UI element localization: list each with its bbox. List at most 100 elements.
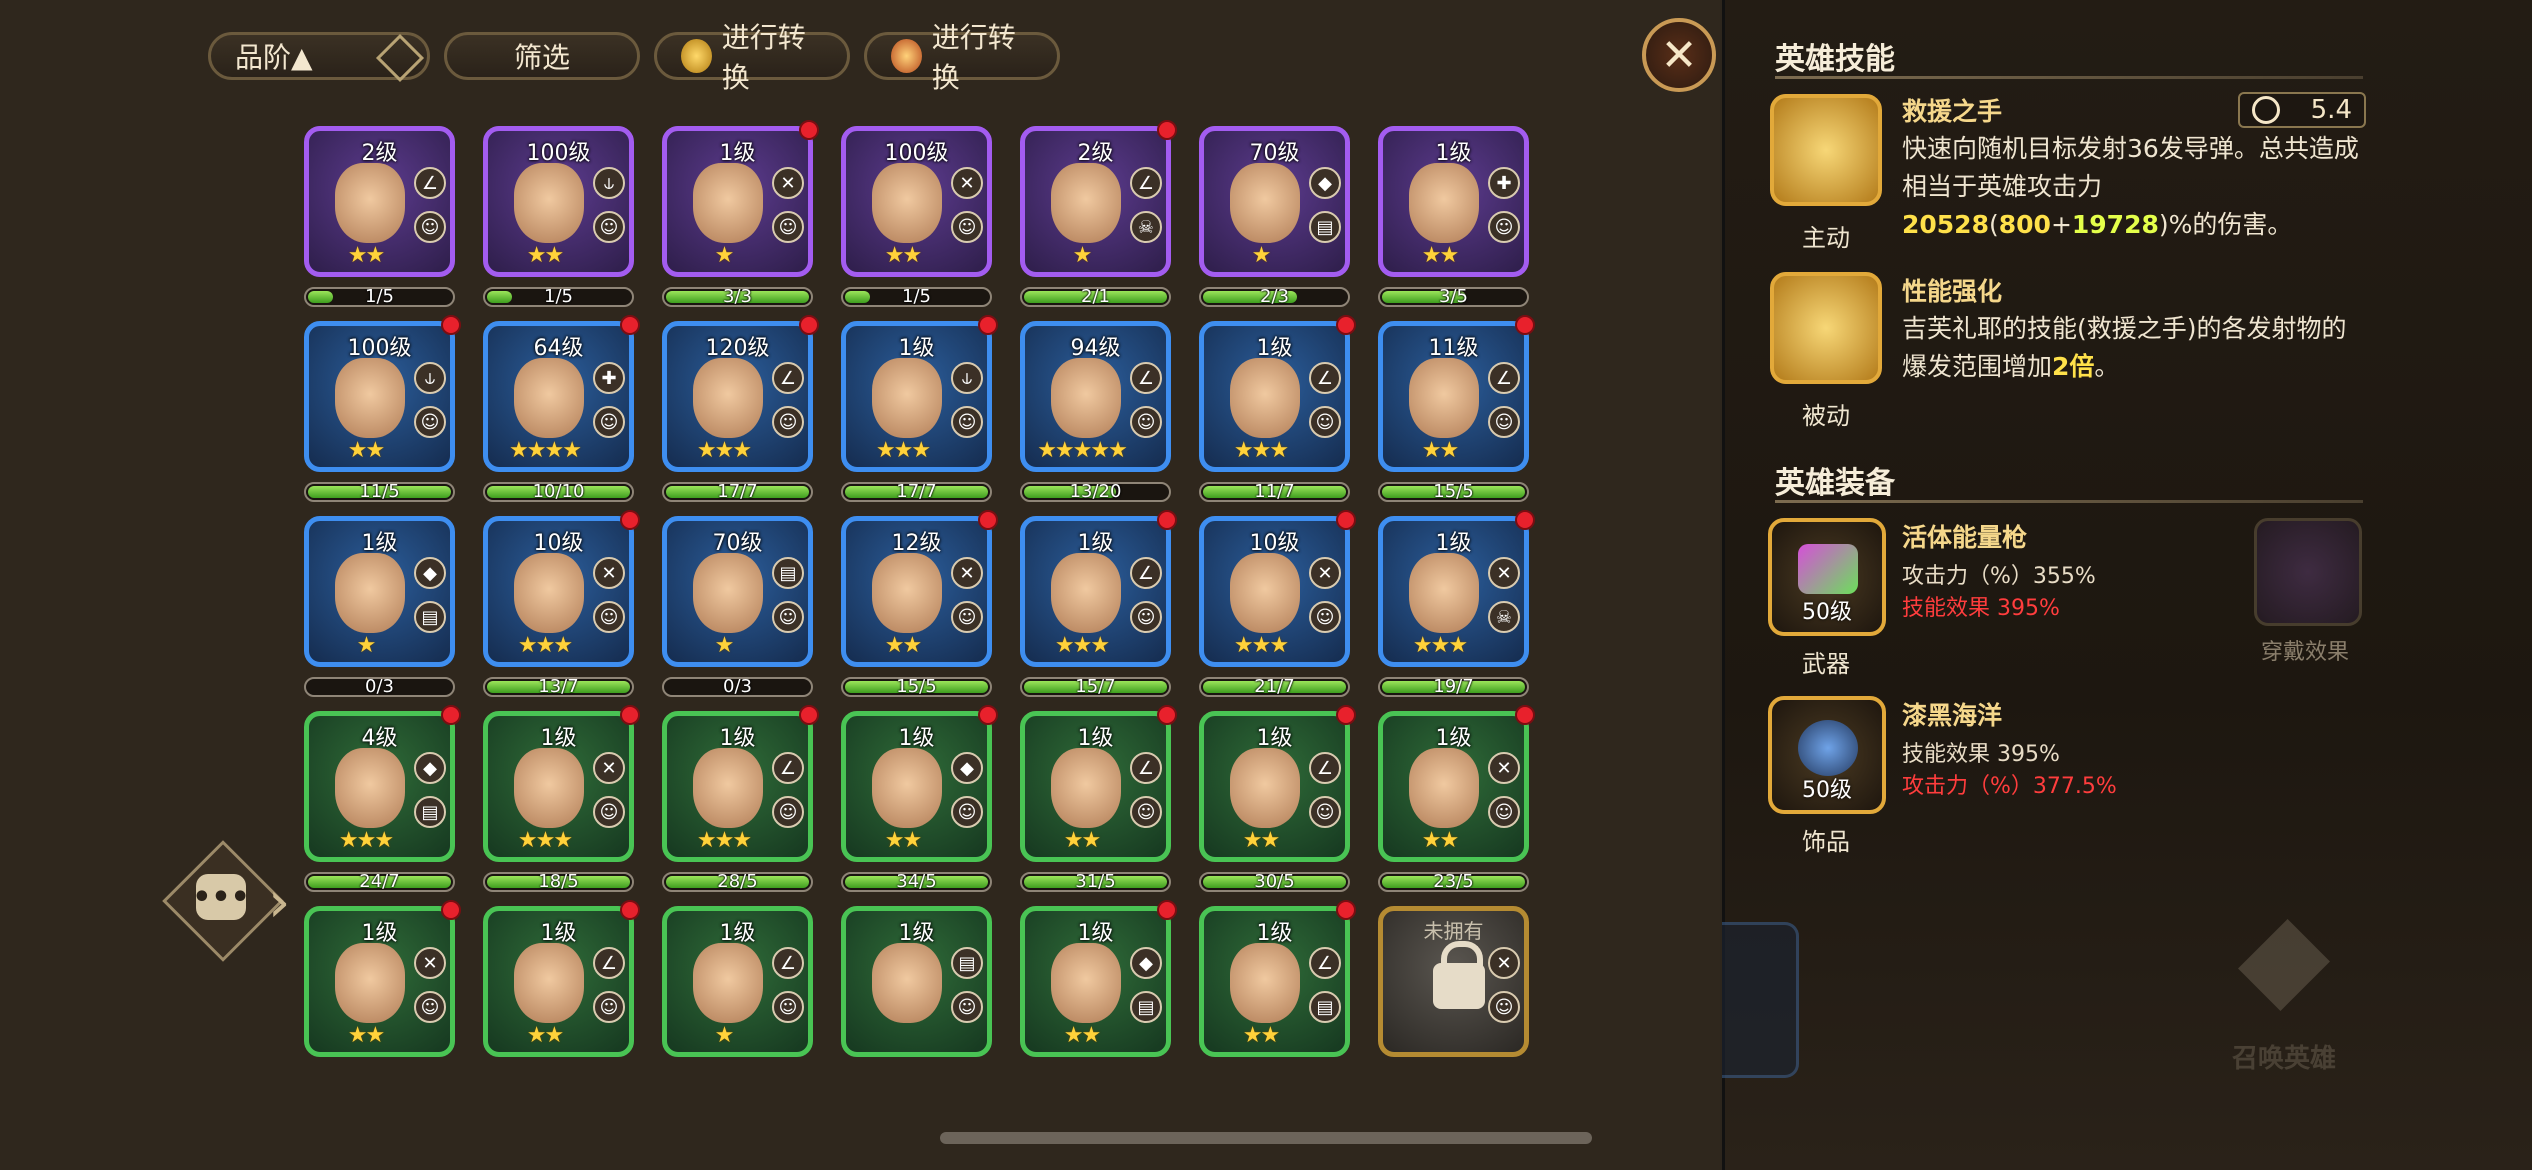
horizontal-scrollbar[interactable] <box>940 1132 1592 1144</box>
hero-class-icon: ⫝ <box>414 362 446 394</box>
hero-stars: ★ <box>1072 243 1093 268</box>
hero-stars: ★★★ <box>1412 633 1468 658</box>
hero-card-slot: 2级 ∠ ☠ ★ 2/1 <box>1020 120 1177 321</box>
chevron-right-icon[interactable]: › <box>268 870 290 935</box>
hero-card[interactable]: 100级 ⫝ ☺ ★★ <box>483 126 634 277</box>
hero-class-icon: ✚ <box>1488 167 1520 199</box>
hero-card[interactable]: 100级 ✕ ☺ ★★ <box>841 126 992 277</box>
hero-stars: ★★ <box>347 243 385 268</box>
shard-progress-bar: 1/5 <box>841 287 992 307</box>
hero-card[interactable]: 1级 ∠ ☺ ★ <box>662 906 813 1057</box>
hero-card[interactable]: 1级 ◆ ▤ ★ <box>304 516 455 667</box>
hero-stars: ★★★★ <box>509 438 582 463</box>
hero-class-icon: ✚ <box>593 362 625 394</box>
hero-card-locked[interactable]: 未拥有 ✕ ☺ <box>1378 906 1529 1057</box>
hero-class-icon: ∠ <box>772 947 804 979</box>
hero-card[interactable]: 1级 ∠ ☺ ★★ <box>1199 711 1350 862</box>
hero-portrait <box>872 748 942 828</box>
accessory-level: 50级 <box>1802 778 1852 803</box>
hero-class-icon: ∠ <box>772 362 804 394</box>
hero-stars: ★★★ <box>1233 438 1289 463</box>
desc-value: 2倍 <box>2052 352 2095 381</box>
hero-card[interactable]: 70级 ◆ ▤ ★ <box>1199 126 1350 277</box>
notification-dot <box>1336 900 1356 920</box>
sort-button[interactable]: 品阶▲ <box>208 32 430 83</box>
hero-card[interactable]: 1级 ✕ ☺ ★★ <box>304 906 455 1057</box>
hero-portrait <box>514 748 584 828</box>
hero-card[interactable]: 1级 ∠ ☺ ★★★ <box>1199 321 1350 472</box>
hero-card[interactable]: 94级 ∠ ☺ ★★★★★ <box>1020 321 1171 472</box>
notification-dot <box>1515 510 1535 530</box>
hero-card[interactable]: 1级 ✕ ☠ ★★★ <box>1378 516 1529 667</box>
shard-progress-text: 15/5 <box>896 677 937 697</box>
wear-effect-button[interactable] <box>2254 518 2362 626</box>
weapon-slot[interactable]: 50级 <box>1768 518 1886 636</box>
hero-card[interactable]: 1级 ∠ ☺ ★★ <box>483 906 634 1057</box>
hero-card[interactable]: 64级 ✚ ☺ ★★★★ <box>483 321 634 472</box>
hero-class-icon: ✕ <box>414 947 446 979</box>
hero-card[interactable]: 1级 ✚ ☺ ★★ <box>1378 126 1529 277</box>
hero-card[interactable]: 100级 ⫝ ☺ ★★ <box>304 321 455 472</box>
hero-card[interactable]: 120级 ∠ ☺ ★★★ <box>662 321 813 472</box>
hero-race-icon: ▤ <box>414 601 446 633</box>
desc-paren: ( <box>1988 210 1999 239</box>
shard-progress-text: 34/5 <box>896 872 937 892</box>
hero-card[interactable]: 1级 ⫝ ☺ ★★★ <box>841 321 992 472</box>
hero-card[interactable]: 4级 ◆ ▤ ★★★ <box>304 711 455 862</box>
hero-card[interactable]: 2级 ∠ ☠ ★ <box>1020 126 1171 277</box>
hero-card[interactable]: 1级 ∠ ▤ ★★ <box>1199 906 1350 1057</box>
summon-hero-button[interactable]: 召唤英雄 <box>2214 919 2354 1074</box>
hero-card-slot: 1级 ∠ ☺ ★★ 31/5 <box>1020 705 1177 906</box>
hero-card[interactable]: 11级 ∠ ☺ ★★ <box>1378 321 1529 472</box>
accessory-slot[interactable]: 50级 <box>1768 696 1886 814</box>
shard-progress-bar: 15/5 <box>841 677 992 697</box>
hero-card[interactable]: 1级 ✕ ☺ ★★ <box>1378 711 1529 862</box>
hero-card[interactable]: 70级 ▤ ☺ ★ <box>662 516 813 667</box>
hero-card-slot: 120级 ∠ ☺ ★★★ 17/7 <box>662 315 819 516</box>
convert-button-crystal[interactable]: 进行转换 <box>654 21 850 94</box>
filter-button[interactable]: 筛选 <box>444 32 640 80</box>
hero-card[interactable]: 1级 ✕ ☺ ★ <box>662 126 813 277</box>
hero-portrait <box>1230 553 1300 633</box>
active-skill-icon[interactable] <box>1770 94 1882 206</box>
close-icon: ✕ <box>1660 29 1698 81</box>
hero-card-slot: 1级 ∠ ☺ ★★★ 28/5 <box>662 705 819 906</box>
hero-portrait <box>693 748 763 828</box>
hero-card-slot: 4级 ◆ ▤ ★★★ 24/7 <box>304 705 461 906</box>
hero-card[interactable]: 1级 ✕ ☺ ★★★ <box>483 711 634 862</box>
shard-progress-text: 3/3 <box>723 287 752 307</box>
hero-card[interactable]: 1级 ∠ ☺ ★★ <box>1020 711 1171 862</box>
hero-stars: ★★ <box>347 1023 385 1048</box>
hero-stars: ★★★ <box>696 438 752 463</box>
hero-card-slot: 未拥有 ✕ ☺ <box>1378 906 1529 1101</box>
notification-dot <box>978 315 998 335</box>
hero-class-icon: ✕ <box>1488 752 1520 784</box>
hero-class-icon: ✕ <box>1488 557 1520 589</box>
hero-card[interactable]: 1级 ∠ ☺ ★★★ <box>662 711 813 862</box>
close-button[interactable]: ✕ <box>1642 18 1716 92</box>
hero-card[interactable]: 10级 ✕ ☺ ★★★ <box>1199 516 1350 667</box>
shard-progress-bar: 11/5 <box>304 482 455 502</box>
hero-stars: ★★ <box>884 243 922 268</box>
hero-card[interactable]: 1级 ▤ ☺ <box>841 906 992 1057</box>
hero-portrait <box>514 358 584 438</box>
hero-card-slot: 1级 ✕ ☺ ★★ 23/5 <box>1378 705 1535 906</box>
hero-race-icon: ☺ <box>951 406 983 438</box>
hero-card[interactable]: 1级 ∠ ☺ ★★★ <box>1020 516 1171 667</box>
hero-race-icon: ☺ <box>414 406 446 438</box>
hero-card[interactable]: 1级 ◆ ☺ ★★ <box>841 711 992 862</box>
hero-card[interactable]: 10级 ✕ ☺ ★★★ <box>483 516 634 667</box>
hero-card[interactable]: 1级 ◆ ▤ ★★ <box>1020 906 1171 1057</box>
convert-button-hero[interactable]: 进行转换 <box>864 21 1060 94</box>
passive-skill-icon[interactable] <box>1770 272 1882 384</box>
hero-card[interactable]: 2级 ∠ ☺ ★★ <box>304 126 455 277</box>
hero-race-icon: ☺ <box>1130 796 1162 828</box>
accessory-stat-2: 攻击力（%）377.5% <box>1902 774 2117 799</box>
hero-card-slot: 1级 ∠ ▤ ★★ <box>1199 900 1356 1101</box>
chat-bubble-icon[interactable]: ••• <box>192 874 250 920</box>
hero-card[interactable]: 12级 ✕ ☺ ★★ <box>841 516 992 667</box>
notification-dot <box>1336 315 1356 335</box>
notification-dot <box>1157 510 1177 530</box>
hero-portrait <box>1230 358 1300 438</box>
shard-progress-text: 19/7 <box>1433 677 1474 697</box>
